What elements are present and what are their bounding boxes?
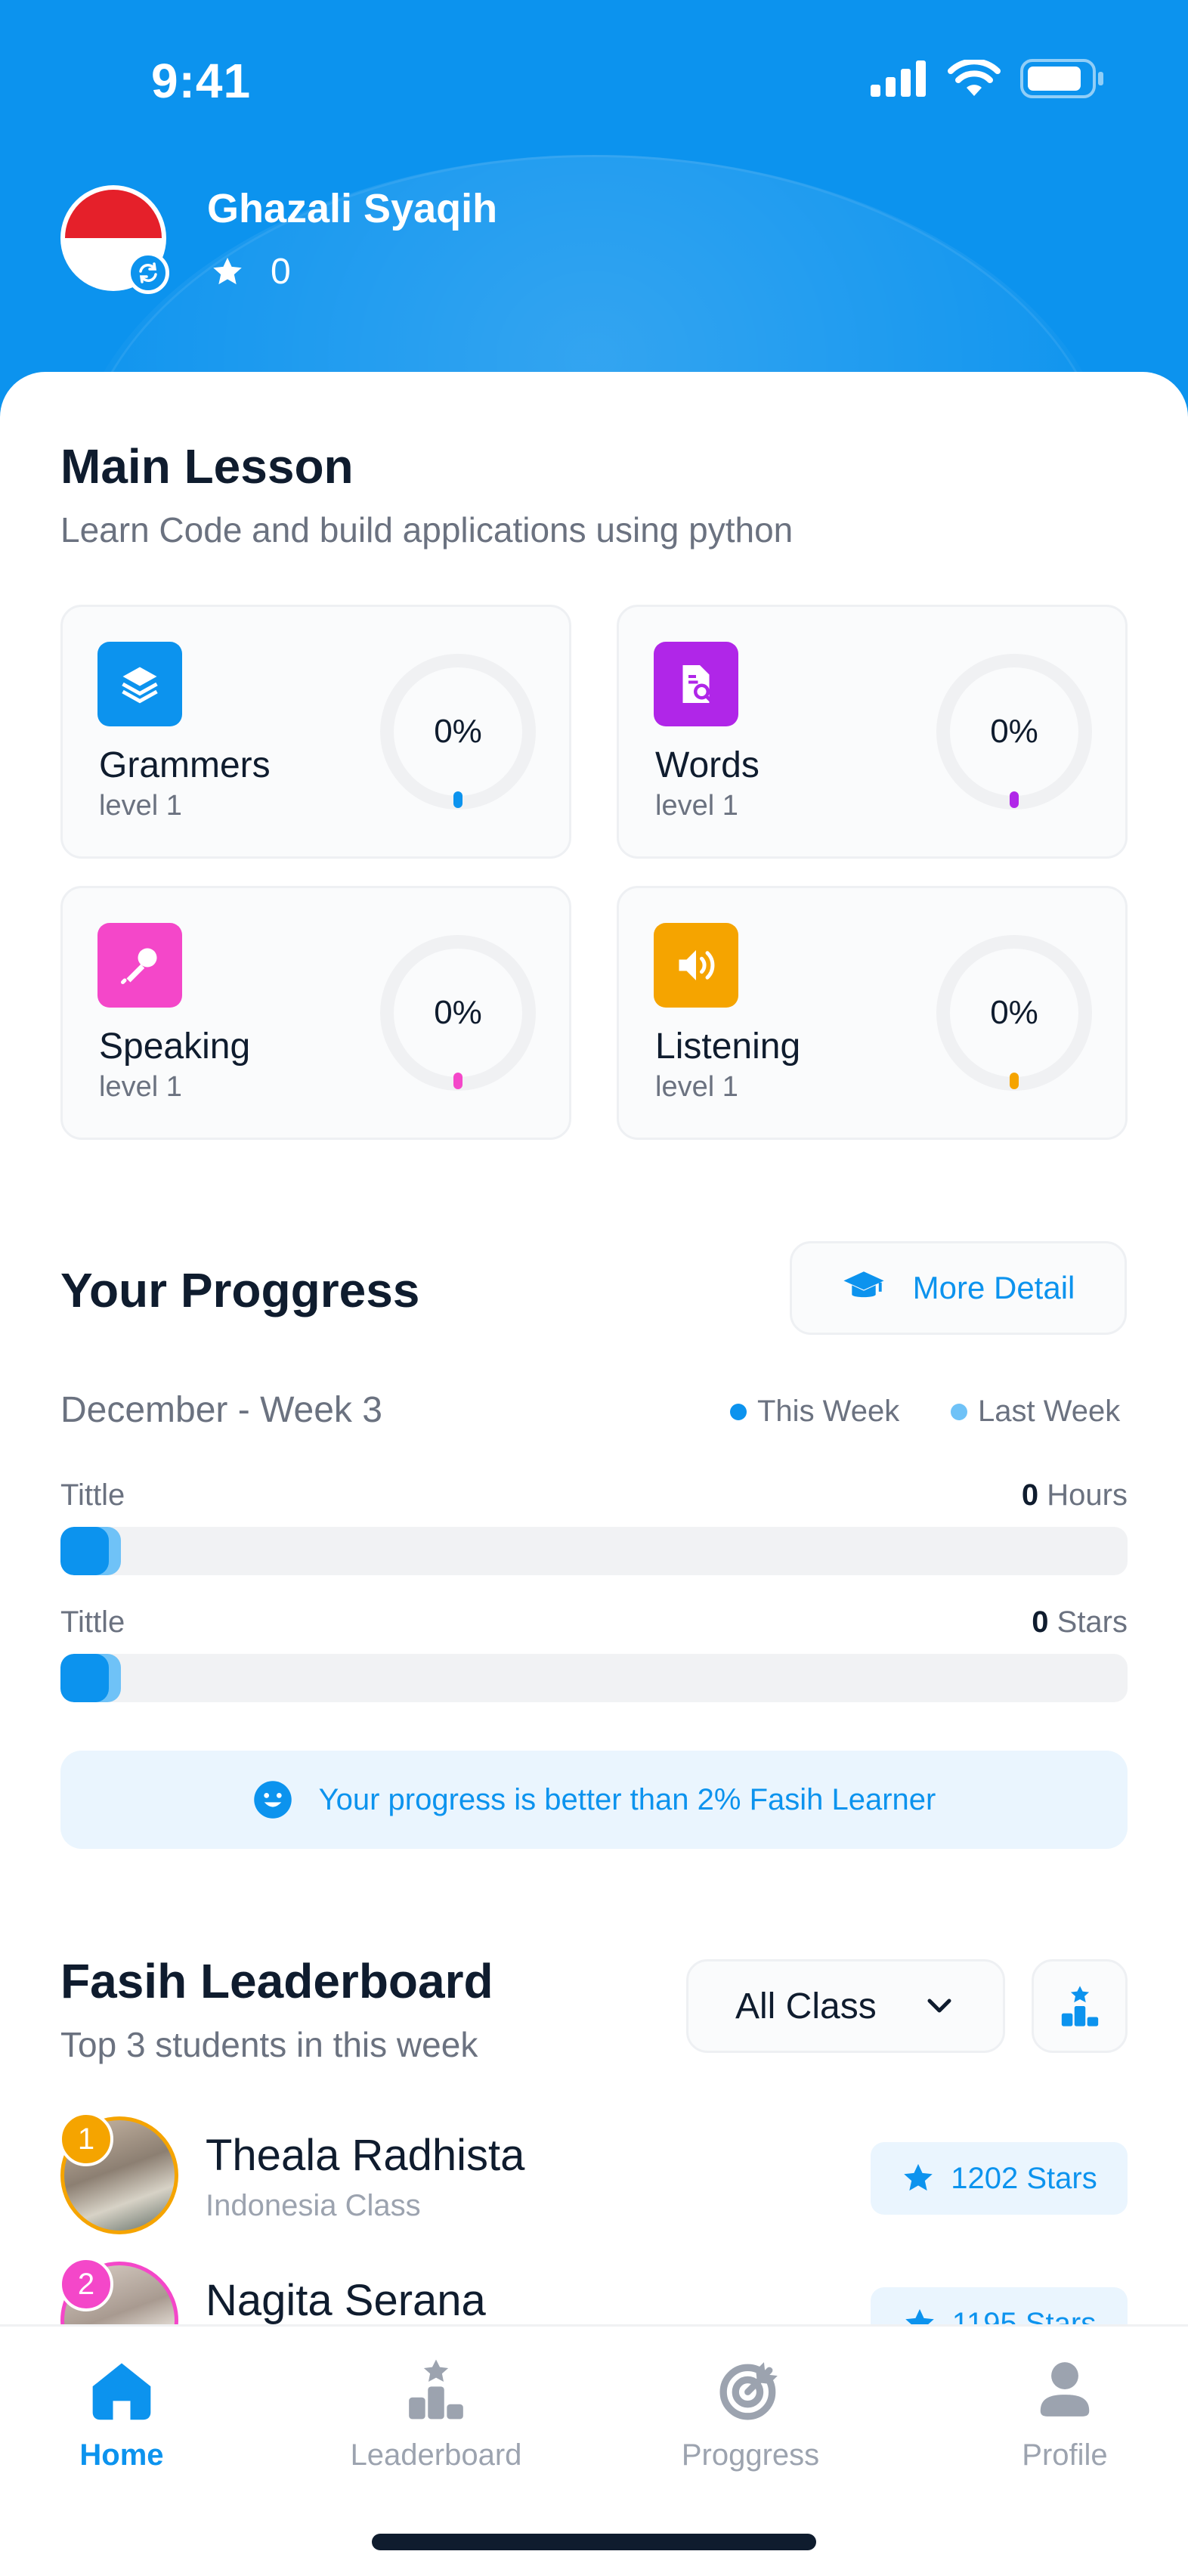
lesson-card-listening[interactable]: Listening level 1 0% [617,886,1128,1140]
lesson-name: Speaking [99,1026,251,1067]
bar-label: Tittle [60,1478,125,1512]
star-icon [904,2163,933,2191]
main-lesson-subtitle: Learn Code and build applications using … [60,510,794,550]
lesson-card-speaking[interactable]: Speaking level 1 0% [60,886,571,1140]
more-detail-label: More Detail [912,1270,1075,1305]
lesson-percent: 0% [434,713,482,750]
user-name: Ghazali Syaqih [207,186,498,231]
document-search-icon [654,642,738,726]
tab-leaderboard[interactable]: Leaderboard [300,2357,572,2472]
legend-label: This Week [757,1395,900,1428]
lesson-percent: 0% [990,994,1038,1031]
leaderboard-subtitle: Top 3 students in this week [60,2025,478,2064]
home-icon [92,2363,151,2420]
lesson-card-words[interactable]: Words level 1 0% [617,605,1128,859]
progress-bar-stars [60,1654,1128,1702]
student-class: Indonesia Class [206,2189,421,2222]
legend-last-week: Last Week [951,1395,1120,1429]
graduation-cap-icon [843,1271,884,1298]
legend-this-week: This Week [730,1395,899,1429]
signal-icon [871,60,926,97]
lesson-level: level 1 [655,1071,738,1103]
podium-icon [1061,1986,1098,2026]
tab-label: Leaderboard [350,2438,522,2472]
progress-banner-text: Your progress is better than 2% Fasih Le… [318,1782,936,1816]
student-name: Nagita Serana [206,2276,486,2325]
battery-icon [1020,59,1103,98]
tab-label: Proggress [681,2438,820,2472]
home-indicator [372,2534,816,2550]
progress-title: Your Proggress [60,1263,420,1317]
lesson-percent: 0% [434,994,482,1031]
bar-value: 0 Hours [1022,1478,1128,1512]
lesson-level: level 1 [655,790,738,822]
flag-red [65,190,162,238]
status-icons [871,59,1105,98]
lesson-percent: 0% [990,713,1038,750]
smile-icon [253,1781,292,1819]
stars-count: 1202 Stars [951,2161,1097,2195]
class-filter-select[interactable]: All Class [686,1959,1005,2053]
wifi-icon [948,60,1001,96]
legend-dot [730,1403,747,1420]
bar-value-number: 0 [1021,1478,1039,1512]
lesson-level: level 1 [99,790,182,822]
tab-profile[interactable]: Profile [929,2357,1188,2472]
rank-badge: 1 [59,2112,113,2166]
progress-period: December - Week 3 [60,1390,382,1430]
lesson-name: Grammers [99,745,271,785]
lesson-name: Words [655,745,760,785]
main-lesson-title: Main Lesson [60,439,354,494]
bar-value-number: 0 [1032,1605,1049,1639]
student-name: Theala Radhista [206,2131,525,2180]
layers-icon [97,642,182,726]
star-icon [213,257,242,284]
microphone-icon [97,923,182,1008]
tab-label: Profile [1022,2438,1108,2472]
sync-icon[interactable] [127,252,169,294]
podium-icon [409,2359,463,2420]
bar-value-unit: Stars [1057,1605,1128,1639]
tab-label: Home [79,2438,164,2472]
lesson-level: level 1 [99,1071,182,1103]
legend-label: Last Week [978,1395,1121,1428]
speaker-icon [654,923,738,1008]
leaderboard-row[interactable]: 1 Theala Radhista Indonesia Class 1202 S… [59,2112,1128,2237]
stars-badge: 1202 Stars [871,2142,1128,2215]
tab-home[interactable]: Home [0,2357,258,2472]
bar-this-week [60,1654,109,1702]
bar-this-week [60,1527,109,1575]
podium-button[interactable] [1032,1959,1128,2053]
rank-badge: 2 [59,2257,113,2311]
user-stars: 0 [210,251,291,293]
chevron-down-icon [927,1999,951,2013]
lesson-card-grammers[interactable]: Grammers level 1 0% [60,605,571,859]
target-icon [719,2362,778,2420]
progress-banner: Your progress is better than 2% Fasih Le… [60,1751,1128,1849]
bar-label: Tittle [60,1605,125,1639]
progress-bar-hours [60,1527,1128,1575]
bar-value-unit: Hours [1047,1478,1128,1512]
legend-dot [951,1403,967,1420]
bar-value: 0 Stars [1032,1605,1128,1639]
class-filter-value: All Class [735,1986,877,2026]
user-icon [1040,2362,1090,2417]
tab-progress[interactable]: Proggress [614,2357,886,2472]
status-time: 9:41 [151,54,252,108]
leaderboard-title: Fasih Leaderboard [60,1954,493,2008]
more-detail-button[interactable]: More Detail [790,1241,1127,1335]
lesson-name: Listening [655,1026,801,1067]
user-stars-count: 0 [271,252,291,292]
